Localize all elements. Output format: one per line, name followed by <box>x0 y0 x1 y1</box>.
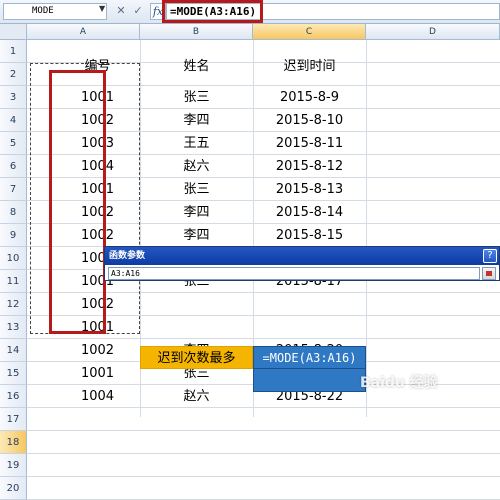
help-icon[interactable]: ? <box>483 249 497 263</box>
row-header-9[interactable]: 9 <box>0 224 27 247</box>
cell-b[interactable]: 张三 <box>140 178 253 201</box>
cell-c[interactable]: 2015-8-11 <box>253 132 366 155</box>
cancel-icon[interactable]: ✕ <box>114 4 128 18</box>
formula-highlight-box <box>162 0 263 23</box>
column-header-c[interactable]: C <box>253 24 366 40</box>
cell-a[interactable]: 1004 <box>55 385 140 408</box>
row-header-13[interactable]: 13 <box>0 316 27 339</box>
watermark-logo: Baidu 经验 <box>360 375 438 391</box>
cell-b[interactable]: 李四 <box>140 201 253 224</box>
cell-a[interactable]: 1002 <box>55 339 140 362</box>
most-late-label: 迟到次数最多 <box>140 346 253 369</box>
row-header-16[interactable]: 16 <box>0 385 27 408</box>
cell-c[interactable]: 2015-8-10 <box>253 109 366 132</box>
cell-b[interactable]: 李四 <box>140 109 253 132</box>
active-formula-cell[interactable]: =MODE(A3:A16) <box>253 346 366 369</box>
chevron-down-icon[interactable]: ▼ <box>99 4 105 13</box>
cell-c[interactable]: 2015-8-12 <box>253 155 366 178</box>
row-header-2[interactable]: 2 <box>0 63 27 86</box>
dialog-title[interactable]: 函数参数 <box>105 247 499 265</box>
column-header-b[interactable]: B <box>140 24 253 40</box>
row-header-18[interactable]: 18 <box>0 431 27 454</box>
row-header-10[interactable]: 10 <box>0 247 27 270</box>
row-header-1[interactable]: 1 <box>0 40 27 63</box>
cell-c[interactable] <box>253 293 366 316</box>
active-cell-extension <box>253 369 366 392</box>
select-all-corner[interactable] <box>0 24 27 40</box>
row-header-15[interactable]: 15 <box>0 362 27 385</box>
cell-c[interactable] <box>253 316 366 339</box>
cell-c[interactable]: 2015-8-13 <box>253 178 366 201</box>
column-header-d[interactable]: D <box>366 24 500 40</box>
row-header-7[interactable]: 7 <box>0 178 27 201</box>
row-header-20[interactable]: 20 <box>0 477 27 500</box>
header-late-time: 迟到时间 <box>283 59 336 74</box>
cell-c[interactable]: 2015-8-14 <box>253 201 366 224</box>
row-header-3[interactable]: 3 <box>0 86 27 109</box>
row-header-12[interactable]: 12 <box>0 293 27 316</box>
cell-b[interactable]: 赵六 <box>140 385 253 408</box>
cell-b[interactable]: 王五 <box>140 132 253 155</box>
cell-a[interactable]: 1001 <box>55 362 140 385</box>
row-header-14[interactable]: 14 <box>0 339 27 362</box>
column-header-a[interactable]: A <box>27 24 140 40</box>
row-header-4[interactable]: 4 <box>0 109 27 132</box>
cell-c[interactable]: 2015-8-9 <box>253 86 366 109</box>
formula-bar: MODE ▼ ✕ ✓ fx =MODE(A3:A16) <box>0 0 500 24</box>
id-column-highlight <box>49 70 106 334</box>
name-box[interactable]: MODE <box>3 3 107 20</box>
row-header-6[interactable]: 6 <box>0 155 27 178</box>
argument-input[interactable]: A3:A16 <box>108 267 480 280</box>
function-arguments-dialog[interactable]: 函数参数 ? A3:A16 <box>104 246 500 281</box>
row-header-11[interactable]: 11 <box>0 270 27 293</box>
cell-b[interactable] <box>140 316 253 339</box>
header-name: 姓名 <box>183 59 210 74</box>
row-header-8[interactable]: 8 <box>0 201 27 224</box>
expand-dialog-icon[interactable] <box>482 267 496 280</box>
row-header-5[interactable]: 5 <box>0 132 27 155</box>
cell-b[interactable]: 赵六 <box>140 155 253 178</box>
cell-b[interactable]: 张三 <box>140 86 253 109</box>
row-header-17[interactable]: 17 <box>0 408 27 431</box>
row-header-19[interactable]: 19 <box>0 454 27 477</box>
cell-b[interactable]: 李四 <box>140 224 253 247</box>
cell-b[interactable] <box>140 293 253 316</box>
enter-icon[interactable]: ✓ <box>131 4 145 18</box>
cell-c[interactable]: 2015-8-15 <box>253 224 366 247</box>
